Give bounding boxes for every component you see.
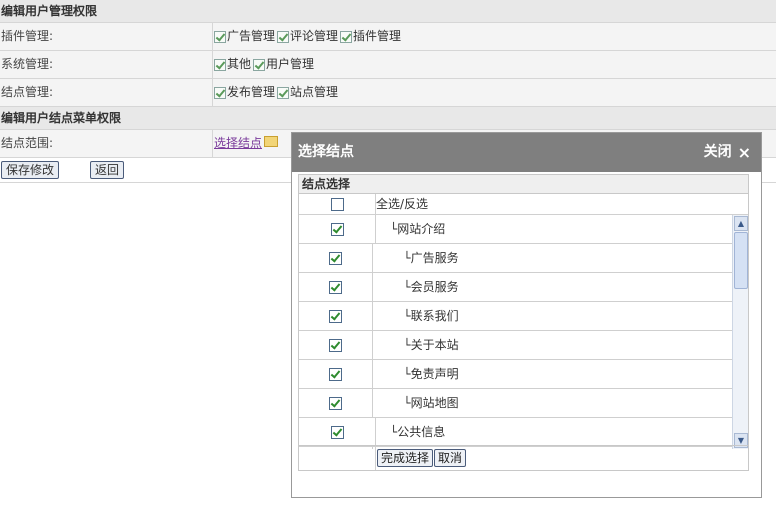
node-checkbox[interactable] [329,309,343,323]
node-check-cell [299,244,374,272]
select-node-link[interactable]: 选择结点 [214,130,262,157]
select-all-checkbox[interactable] [330,197,344,211]
node-checkbox[interactable] [329,367,343,381]
node-checkbox[interactable] [329,251,343,265]
option-publish-management[interactable]: 发布管理 [214,79,275,106]
node-label: └联系我们 [373,302,748,330]
node-check-cell [299,302,374,330]
row-options: 其他 用户管理 [214,51,316,78]
node-checkbox[interactable] [329,280,343,294]
option-site-management[interactable]: 站点管理 [277,79,338,106]
checkbox[interactable] [214,86,226,99]
row-label: 结点管理: [0,79,213,106]
checkbox[interactable] [340,30,353,43]
option-ad-management[interactable]: 广告管理 [214,23,275,50]
dialog-title: 选择结点 [298,144,354,160]
section-title-node-menu: 编辑用户结点菜单权限 [0,107,776,130]
select-node-dialog: 选择结点 关闭 × 结点选择 全选/反选 └网站介绍 └广告服务 └会员服务 └联系我… [291,132,762,498]
node-label: └关于本站 [373,331,748,359]
scrollbar[interactable]: ▲ ▼ [732,215,748,449]
back-button[interactable]: 返回 [90,161,125,179]
cancel-button[interactable]: 取消 [434,449,467,467]
node-checkbox[interactable] [330,425,344,439]
checkbox[interactable] [214,58,226,71]
node-row[interactable]: └网站地图 [299,389,748,418]
row-options: 发布管理 站点管理 [214,79,340,106]
row-options: 广告管理 评论管理 插件管理 [214,23,403,50]
scroll-up-icon[interactable]: ▲ [734,216,748,231]
node-check-cell [299,418,376,446]
close-button[interactable]: 关闭 × [704,133,751,172]
node-select-panel: 结点选择 全选/反选 └网站介绍 └广告服务 └会员服务 └联系我们 └关于本站 └免责声… [298,174,749,471]
close-icon[interactable]: × [738,133,751,172]
node-row[interactable]: └联系我们 [299,302,748,331]
node-row[interactable]: └会员服务 [299,273,748,302]
node-checkbox[interactable] [329,338,343,352]
node-label: └会员服务 [373,273,748,301]
row-label: 结点范围: [0,130,213,157]
done-button[interactable]: 完成选择 [377,449,434,467]
node-label: └网站地图 [373,389,748,417]
node-check-cell [299,389,374,417]
scroll-thumb[interactable] [734,232,748,289]
node-row[interactable]: └公共信息 [299,418,748,447]
checkbox[interactable] [253,58,266,71]
row-label: 插件管理: [0,23,213,50]
node-check-cell [299,360,374,388]
node-row[interactable]: └广告服务 [299,244,748,273]
node-list[interactable]: └网站介绍 └广告服务 └会员服务 └联系我们 └关于本站 └免责声明 └网站地图 └公共信息… [299,215,748,449]
row-options: 选择结点 [214,130,279,157]
row-node-management: 结点管理: 发布管理 站点管理 [0,79,776,107]
row-system-management: 系统管理: 其他 用户管理 [0,51,776,79]
node-check-cell [299,273,374,301]
node-checkbox[interactable] [330,222,344,236]
node-rows: └网站介绍 └广告服务 └会员服务 └联系我们 └关于本站 └免责声明 └网站地图 └公共信息 [299,215,748,449]
option-plugin-management[interactable]: 插件管理 [340,23,401,50]
node-check-cell [299,215,376,243]
option-other[interactable]: 其他 [214,51,251,78]
panel-title: 结点选择 [299,175,748,194]
footer-spacer [299,446,376,470]
checkbox[interactable] [277,86,290,99]
node-row[interactable]: └网站介绍 [299,215,748,244]
select-all-cell [299,194,376,214]
option-user-management[interactable]: 用户管理 [253,51,314,78]
row-plugin-management: 插件管理: 广告管理 评论管理 插件管理 [0,23,776,51]
panel-footer: 完成选择 取消 [299,445,748,470]
node-label: └免责声明 [373,360,748,388]
node-row[interactable]: └免责声明 [299,360,748,389]
save-button[interactable]: 保存修改 [1,161,60,179]
select-all-label: 全选/反选 [376,197,429,211]
node-label: └广告服务 [373,244,748,272]
close-label: 关闭 [703,144,732,160]
node-checkbox[interactable] [329,396,343,410]
node-check-cell [299,331,374,359]
node-label: └网站介绍 [376,215,747,243]
option-comment-management[interactable]: 评论管理 [277,23,338,50]
row-label: 系统管理: [0,51,213,78]
section-title-management: 编辑用户管理权限 [0,0,776,23]
folder-icon[interactable] [264,136,279,147]
node-row[interactable]: └关于本站 [299,331,748,360]
checkbox[interactable] [214,30,226,43]
dialog-titlebar: 选择结点 关闭 × [292,133,761,172]
checkbox[interactable] [277,30,290,43]
select-all-row: 全选/反选 [299,194,748,215]
node-label: └公共信息 [376,418,747,446]
